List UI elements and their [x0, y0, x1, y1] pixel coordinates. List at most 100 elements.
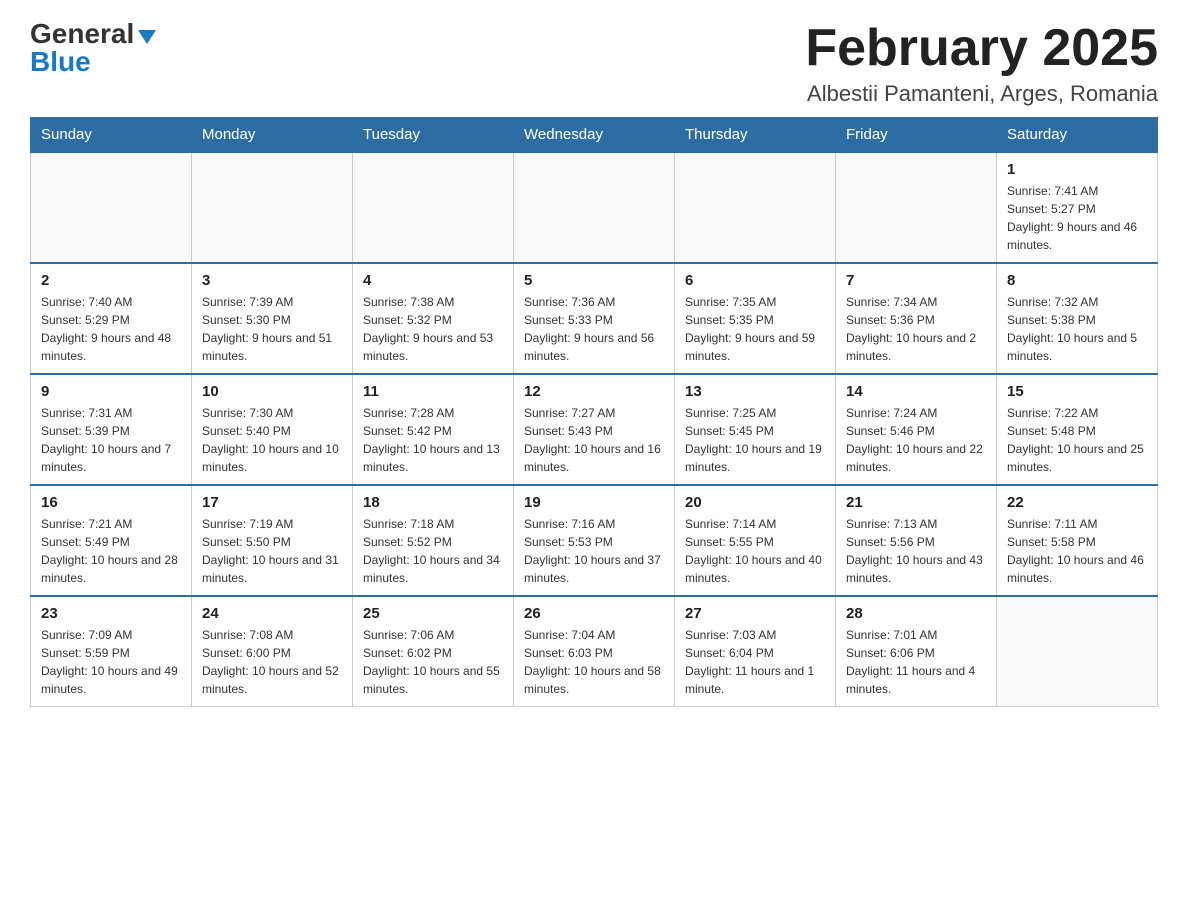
day-info: Sunrise: 7:32 AM Sunset: 5:38 PM Dayligh… [1007, 293, 1147, 365]
day-number: 15 [1007, 383, 1147, 400]
day-info: Sunrise: 7:39 AM Sunset: 5:30 PM Dayligh… [202, 293, 342, 365]
day-number: 8 [1007, 272, 1147, 289]
day-number: 11 [363, 383, 503, 400]
logo-triangle-icon [138, 30, 156, 44]
day-info: Sunrise: 7:14 AM Sunset: 5:55 PM Dayligh… [685, 515, 825, 587]
logo-blue-text: Blue [30, 46, 91, 77]
week-row-2: 2 Sunrise: 7:40 AM Sunset: 5:29 PM Daylig… [31, 263, 1158, 374]
month-title: February 2025 [805, 20, 1158, 77]
day-info: Sunrise: 7:27 AM Sunset: 5:43 PM Dayligh… [524, 404, 664, 476]
day-info: Sunrise: 7:11 AM Sunset: 5:58 PM Dayligh… [1007, 515, 1147, 587]
calendar-cell: 20 Sunrise: 7:14 AM Sunset: 5:55 PM Dayli… [675, 485, 836, 596]
header-sunday: Sunday [31, 118, 192, 153]
calendar-cell: 5 Sunrise: 7:36 AM Sunset: 5:33 PM Daylig… [514, 263, 675, 374]
calendar-cell: 11Sunrise: 7:28 AM Sunset: 5:42 PM Dayli… [353, 374, 514, 485]
calendar-cell: 10 Sunrise: 7:30 AM Sunset: 5:40 PM Dayli… [192, 374, 353, 485]
logo-general-text: General [30, 20, 134, 48]
day-number: 28 [846, 605, 986, 622]
calendar-cell [192, 152, 353, 263]
day-info: Sunrise: 7:38 AM Sunset: 5:32 PM Dayligh… [363, 293, 503, 365]
header-saturday: Saturday [997, 118, 1158, 153]
calendar-cell: 26Sunrise: 7:04 AM Sunset: 6:03 PM Dayli… [514, 596, 675, 707]
day-number: 27 [685, 605, 825, 622]
page-header: General Blue February 2025 Albestii Pama… [30, 20, 1158, 107]
calendar-cell: 9 Sunrise: 7:31 AM Sunset: 5:39 PM Daylig… [31, 374, 192, 485]
calendar-cell: 27 Sunrise: 7:03 AM Sunset: 6:04 PM Dayli… [675, 596, 836, 707]
calendar-cell: 8 Sunrise: 7:32 AM Sunset: 5:38 PM Daylig… [997, 263, 1158, 374]
calendar-cell: 13Sunrise: 7:25 AM Sunset: 5:45 PM Dayli… [675, 374, 836, 485]
calendar-cell [514, 152, 675, 263]
calendar-cell [353, 152, 514, 263]
day-number: 12 [524, 383, 664, 400]
week-row-4: 16Sunrise: 7:21 AM Sunset: 5:49 PM Dayli… [31, 485, 1158, 596]
day-info: Sunrise: 7:34 AM Sunset: 5:36 PM Dayligh… [846, 293, 986, 365]
day-number: 24 [202, 605, 342, 622]
day-info: Sunrise: 7:06 AM Sunset: 6:02 PM Dayligh… [363, 626, 503, 698]
calendar-header-row: SundayMondayTuesdayWednesdayThursdayFrid… [31, 118, 1158, 153]
day-number: 19 [524, 494, 664, 511]
day-info: Sunrise: 7:01 AM Sunset: 6:06 PM Dayligh… [846, 626, 986, 698]
calendar-cell: 16Sunrise: 7:21 AM Sunset: 5:49 PM Dayli… [31, 485, 192, 596]
calendar-cell [997, 596, 1158, 707]
day-info: Sunrise: 7:04 AM Sunset: 6:03 PM Dayligh… [524, 626, 664, 698]
calendar-cell: 12 Sunrise: 7:27 AM Sunset: 5:43 PM Dayli… [514, 374, 675, 485]
calendar-cell [31, 152, 192, 263]
calendar-cell: 25Sunrise: 7:06 AM Sunset: 6:02 PM Dayli… [353, 596, 514, 707]
calendar-cell: 1 Sunrise: 7:41 AM Sunset: 5:27 PM Daylig… [997, 152, 1158, 263]
week-row-5: 23Sunrise: 7:09 AM Sunset: 5:59 PM Dayli… [31, 596, 1158, 707]
day-info: Sunrise: 7:41 AM Sunset: 5:27 PM Dayligh… [1007, 182, 1147, 254]
header-wednesday: Wednesday [514, 118, 675, 153]
calendar-cell [675, 152, 836, 263]
calendar-cell: 4 Sunrise: 7:38 AM Sunset: 5:32 PM Daylig… [353, 263, 514, 374]
day-info: Sunrise: 7:09 AM Sunset: 5:59 PM Dayligh… [41, 626, 181, 698]
calendar-cell: 7 Sunrise: 7:34 AM Sunset: 5:36 PM Daylig… [836, 263, 997, 374]
day-info: Sunrise: 7:40 AM Sunset: 5:29 PM Dayligh… [41, 293, 181, 365]
day-info: Sunrise: 7:13 AM Sunset: 5:56 PM Dayligh… [846, 515, 986, 587]
header-friday: Friday [836, 118, 997, 153]
calendar-cell: 14Sunrise: 7:24 AM Sunset: 5:46 PM Dayli… [836, 374, 997, 485]
day-info: Sunrise: 7:19 AM Sunset: 5:50 PM Dayligh… [202, 515, 342, 587]
calendar-cell: 19 Sunrise: 7:16 AM Sunset: 5:53 PM Dayli… [514, 485, 675, 596]
day-number: 14 [846, 383, 986, 400]
day-number: 22 [1007, 494, 1147, 511]
calendar-cell [836, 152, 997, 263]
day-info: Sunrise: 7:35 AM Sunset: 5:35 PM Dayligh… [685, 293, 825, 365]
day-info: Sunrise: 7:30 AM Sunset: 5:40 PM Dayligh… [202, 404, 342, 476]
week-row-1: 1 Sunrise: 7:41 AM Sunset: 5:27 PM Daylig… [31, 152, 1158, 263]
day-number: 6 [685, 272, 825, 289]
day-info: Sunrise: 7:31 AM Sunset: 5:39 PM Dayligh… [41, 404, 181, 476]
day-info: Sunrise: 7:22 AM Sunset: 5:48 PM Dayligh… [1007, 404, 1147, 476]
calendar-cell: 23Sunrise: 7:09 AM Sunset: 5:59 PM Dayli… [31, 596, 192, 707]
day-number: 1 [1007, 161, 1147, 178]
day-info: Sunrise: 7:16 AM Sunset: 5:53 PM Dayligh… [524, 515, 664, 587]
location-title: Albestii Pamanteni, Arges, Romania [805, 81, 1158, 107]
day-number: 10 [202, 383, 342, 400]
calendar-cell: 15 Sunrise: 7:22 AM Sunset: 5:48 PM Dayli… [997, 374, 1158, 485]
logo: General Blue [30, 20, 156, 76]
calendar-cell: 18 Sunrise: 7:18 AM Sunset: 5:52 PM Dayli… [353, 485, 514, 596]
calendar-cell: 22 Sunrise: 7:11 AM Sunset: 5:58 PM Dayli… [997, 485, 1158, 596]
day-number: 18 [363, 494, 503, 511]
calendar-table: SundayMondayTuesdayWednesdayThursdayFrid… [30, 117, 1158, 707]
day-info: Sunrise: 7:21 AM Sunset: 5:49 PM Dayligh… [41, 515, 181, 587]
day-number: 21 [846, 494, 986, 511]
day-info: Sunrise: 7:36 AM Sunset: 5:33 PM Dayligh… [524, 293, 664, 365]
header-tuesday: Tuesday [353, 118, 514, 153]
day-number: 20 [685, 494, 825, 511]
day-number: 9 [41, 383, 181, 400]
day-info: Sunrise: 7:08 AM Sunset: 6:00 PM Dayligh… [202, 626, 342, 698]
day-number: 4 [363, 272, 503, 289]
week-row-3: 9 Sunrise: 7:31 AM Sunset: 5:39 PM Daylig… [31, 374, 1158, 485]
calendar-cell: 28 Sunrise: 7:01 AM Sunset: 6:06 PM Dayli… [836, 596, 997, 707]
header-thursday: Thursday [675, 118, 836, 153]
day-info: Sunrise: 7:18 AM Sunset: 5:52 PM Dayligh… [363, 515, 503, 587]
calendar-cell: 24 Sunrise: 7:08 AM Sunset: 6:00 PM Dayli… [192, 596, 353, 707]
day-info: Sunrise: 7:03 AM Sunset: 6:04 PM Dayligh… [685, 626, 825, 698]
day-number: 7 [846, 272, 986, 289]
calendar-cell: 3Sunrise: 7:39 AM Sunset: 5:30 PM Daylig… [192, 263, 353, 374]
calendar-cell: 6 Sunrise: 7:35 AM Sunset: 5:35 PM Daylig… [675, 263, 836, 374]
day-number: 2 [41, 272, 181, 289]
calendar-cell: 2 Sunrise: 7:40 AM Sunset: 5:29 PM Daylig… [31, 263, 192, 374]
title-section: February 2025 Albestii Pamanteni, Arges,… [805, 20, 1158, 107]
day-number: 5 [524, 272, 664, 289]
